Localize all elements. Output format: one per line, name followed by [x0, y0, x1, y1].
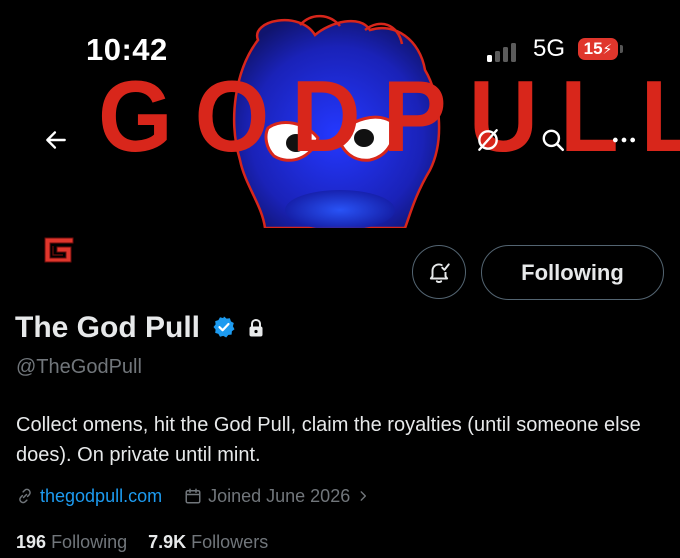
network-label: 5G [533, 35, 566, 62]
profile-handle: @TheGodPull [16, 356, 142, 378]
following-stat[interactable]: 196 Following [16, 532, 127, 552]
search-button[interactable] [531, 118, 575, 162]
profile-bio: Collect omens, hit the God Pull, claim t… [16, 414, 641, 466]
battery-icon: 15⚡ [578, 38, 618, 60]
grok-button[interactable] [466, 118, 510, 162]
status-time: 10:42 [86, 32, 168, 67]
following-label: Following [51, 532, 128, 552]
profile-name-row: The God Pull [15, 311, 265, 345]
lock-icon [249, 318, 263, 337]
followers-stat[interactable]: 7.9K Followers [148, 532, 268, 552]
joined-label: Joined June 2026 [208, 485, 351, 506]
godpull-logo-icon [44, 237, 74, 263]
battery-cap [620, 45, 623, 53]
following-button[interactable]: Following [481, 245, 664, 300]
signal-icon [487, 40, 523, 62]
followers-count: 7.9K [148, 532, 187, 552]
more-button[interactable] [602, 118, 646, 162]
grok-icon [478, 129, 498, 151]
search-icon [542, 129, 565, 152]
verified-badge-icon[interactable] [212, 315, 236, 339]
avatar[interactable] [42, 233, 76, 267]
back-button[interactable] [34, 118, 78, 162]
bell-check-icon [429, 263, 450, 283]
joined-date[interactable]: Joined June 2026 [184, 486, 370, 507]
profile-name: The God Pull [15, 311, 200, 344]
following-count: 196 [16, 532, 47, 552]
notifications-button[interactable] [412, 245, 466, 299]
profile-meta: thegodpull.com Joined June 2026 [16, 483, 370, 509]
followers-label: Followers [191, 532, 269, 552]
website-link[interactable]: thegodpull.com [40, 486, 162, 507]
link-icon [19, 488, 31, 504]
chevron-right-icon [360, 491, 367, 501]
calendar-icon [185, 488, 201, 504]
more-icon [612, 137, 636, 143]
battery-level: 15 [583, 39, 603, 58]
profile-stats: 196 Following 7.9K Followers [16, 532, 268, 553]
arrow-left-icon [46, 131, 66, 149]
